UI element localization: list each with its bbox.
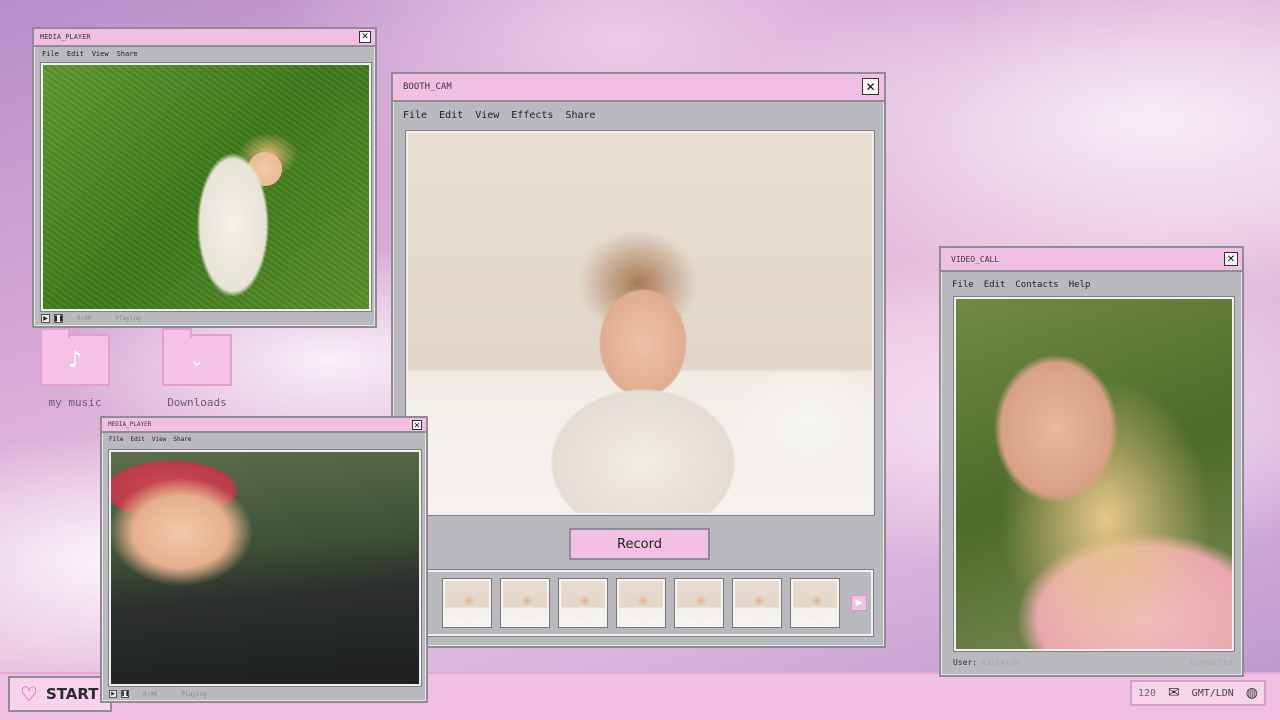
playback-controls: ▶ ❚❚ 0:00 Playing — [109, 690, 207, 698]
start-button[interactable]: ♡ START — [8, 676, 112, 712]
window-title: VIDEO_CALL — [951, 254, 1000, 264]
menubar: File Edit View Effects Share — [393, 110, 884, 121]
envelope-icon[interactable]: ✉ — [1168, 685, 1180, 701]
menu-edit[interactable]: Edit — [67, 50, 84, 58]
mail-count: 120 — [1137, 687, 1157, 699]
titlebar[interactable]: MEDIA_PLAYER ✕ — [34, 29, 375, 47]
download-chevron-icon: ⌄ — [189, 349, 205, 371]
thumbnail[interactable] — [500, 578, 550, 628]
play-icon[interactable]: ▶ — [41, 314, 50, 323]
menu-help[interactable]: Help — [1069, 280, 1091, 290]
menubar: File Edit View Share — [34, 50, 375, 58]
music-note-icon: ♪ — [67, 347, 83, 373]
arrow-right-icon[interactable]: ▶ — [851, 595, 867, 611]
call-viewport[interactable] — [953, 296, 1235, 652]
thumbnail[interactable] — [732, 578, 782, 628]
folder-downloads[interactable]: ⌄ — [162, 328, 232, 386]
folder-downloads-label: Downloads — [167, 396, 227, 409]
window-title: BOOTH_CAM — [403, 82, 452, 92]
menu-file[interactable]: File — [952, 280, 974, 290]
thumbnail[interactable] — [442, 578, 492, 628]
video-call-window: VIDEO_CALL ✕ File Edit Contacts Help Use… — [939, 246, 1244, 677]
playback-status: Playing — [115, 315, 141, 322]
menu-view[interactable]: View — [475, 110, 499, 121]
video-viewport[interactable] — [108, 449, 422, 687]
playback-controls: ▶ ❚❚ 0:00 Playing — [41, 314, 141, 323]
booth-cam-window: BOOTH_CAM ✕ File Edit View Effects Share… — [391, 72, 886, 648]
user-value: x3llAx96 — [981, 658, 1020, 667]
media-player-window-1: MEDIA_PLAYER ✕ File Edit View Share ▶ ❚❚… — [32, 27, 377, 328]
media-player-window-2: MEDIA_PLAYER ✕ File Edit View Share ▶ ❚❚… — [100, 416, 428, 703]
playback-time: 0:00 — [77, 315, 92, 322]
call-status-bar: User: x3llAx96 Connected — [953, 658, 1233, 667]
titlebar[interactable]: BOOTH_CAM ✕ — [393, 74, 884, 102]
connection-status: Connected — [1189, 658, 1233, 667]
menu-share[interactable]: Share — [173, 436, 191, 443]
close-icon[interactable]: ✕ — [412, 420, 422, 430]
menu-share[interactable]: Share — [117, 50, 138, 58]
menu-contacts[interactable]: Contacts — [1015, 280, 1058, 290]
thumbnail[interactable] — [616, 578, 666, 628]
timezone-label: GMT/LDN — [1191, 687, 1234, 699]
window-title: MEDIA_PLAYER — [108, 421, 152, 428]
menu-edit[interactable]: Edit — [439, 110, 463, 121]
close-icon[interactable]: ✕ — [1224, 252, 1238, 266]
menu-effects[interactable]: Effects — [511, 110, 553, 121]
start-label: START — [45, 685, 99, 703]
close-icon[interactable]: ✕ — [359, 31, 371, 43]
menu-file[interactable]: File — [403, 110, 427, 121]
menu-edit[interactable]: Edit — [130, 436, 144, 443]
menubar: File Edit Contacts Help — [941, 280, 1242, 290]
folder-my-music[interactable]: ♪ — [40, 328, 110, 386]
thumbnail[interactable] — [558, 578, 608, 628]
video-viewport[interactable] — [40, 62, 372, 312]
titlebar[interactable]: MEDIA_PLAYER ✕ — [102, 418, 426, 433]
thumbnail[interactable] — [790, 578, 840, 628]
playback-time: 0:00 — [143, 690, 158, 698]
thumbnail-strip: ▶ — [420, 569, 874, 637]
titlebar[interactable]: VIDEO_CALL ✕ — [941, 248, 1242, 272]
globe-icon[interactable]: ◍ — [1246, 685, 1258, 701]
menu-file[interactable]: File — [42, 50, 59, 58]
user-label: User: — [953, 658, 978, 667]
menu-file[interactable]: File — [109, 436, 123, 443]
close-icon[interactable]: ✕ — [862, 78, 879, 95]
thumbnail[interactable] — [674, 578, 724, 628]
menu-view[interactable]: View — [152, 436, 166, 443]
pause-icon[interactable]: ❚❚ — [53, 314, 64, 323]
playback-status: Playing — [181, 690, 207, 698]
menu-edit[interactable]: Edit — [984, 280, 1006, 290]
pause-icon[interactable]: ❚❚ — [121, 690, 129, 698]
heart-icon: ♡ — [20, 682, 38, 706]
window-title: MEDIA_PLAYER — [40, 33, 91, 41]
system-tray: 120 ✉ GMT/LDN ◍ — [1130, 680, 1266, 706]
record-button[interactable]: Record — [569, 528, 710, 560]
record-label: Record — [617, 536, 662, 552]
folder-my-music-label: my music — [48, 396, 102, 409]
menubar: File Edit View Share — [102, 436, 426, 443]
menu-share[interactable]: Share — [565, 110, 595, 121]
play-icon[interactable]: ▶ — [109, 690, 117, 698]
menu-view[interactable]: View — [92, 50, 109, 58]
camera-viewport[interactable] — [405, 130, 875, 516]
